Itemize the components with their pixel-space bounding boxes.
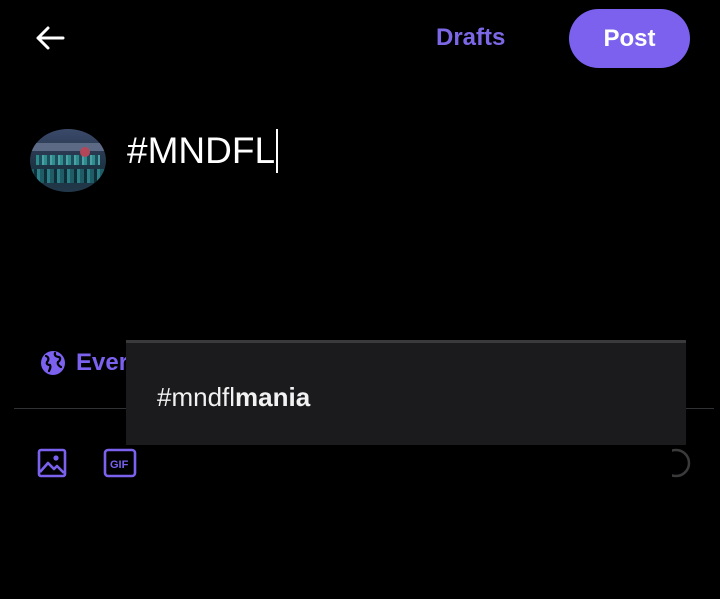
back-button[interactable] [28,20,72,56]
add-gif-button[interactable]: GIF [103,446,137,480]
add-image-button[interactable] [35,446,69,480]
compose-text-value: #MNDFL [127,130,276,171]
suggestion-prefix: #mndfl [157,382,236,412]
post-button[interactable]: Post [569,9,690,68]
suggestion-completion: mania [235,382,311,412]
user-avatar[interactable] [30,129,106,192]
hashtag-suggestions: #mndfl mania [126,340,686,445]
text-caret [276,129,279,173]
gif-icon: GIF [103,448,137,478]
character-count-ring [672,448,692,478]
suggestion-item[interactable]: #mndfl mania [126,350,686,445]
globe-icon [41,351,65,375]
drafts-button[interactable]: Drafts [430,18,511,58]
arrow-left-icon [36,26,65,50]
image-icon [37,448,67,478]
compose-post-screen: Drafts Post #MNDFL Everyone GIF [0,0,720,599]
compose-text-input[interactable]: #MNDFL [127,127,279,175]
svg-text:GIF: GIF [110,459,129,471]
